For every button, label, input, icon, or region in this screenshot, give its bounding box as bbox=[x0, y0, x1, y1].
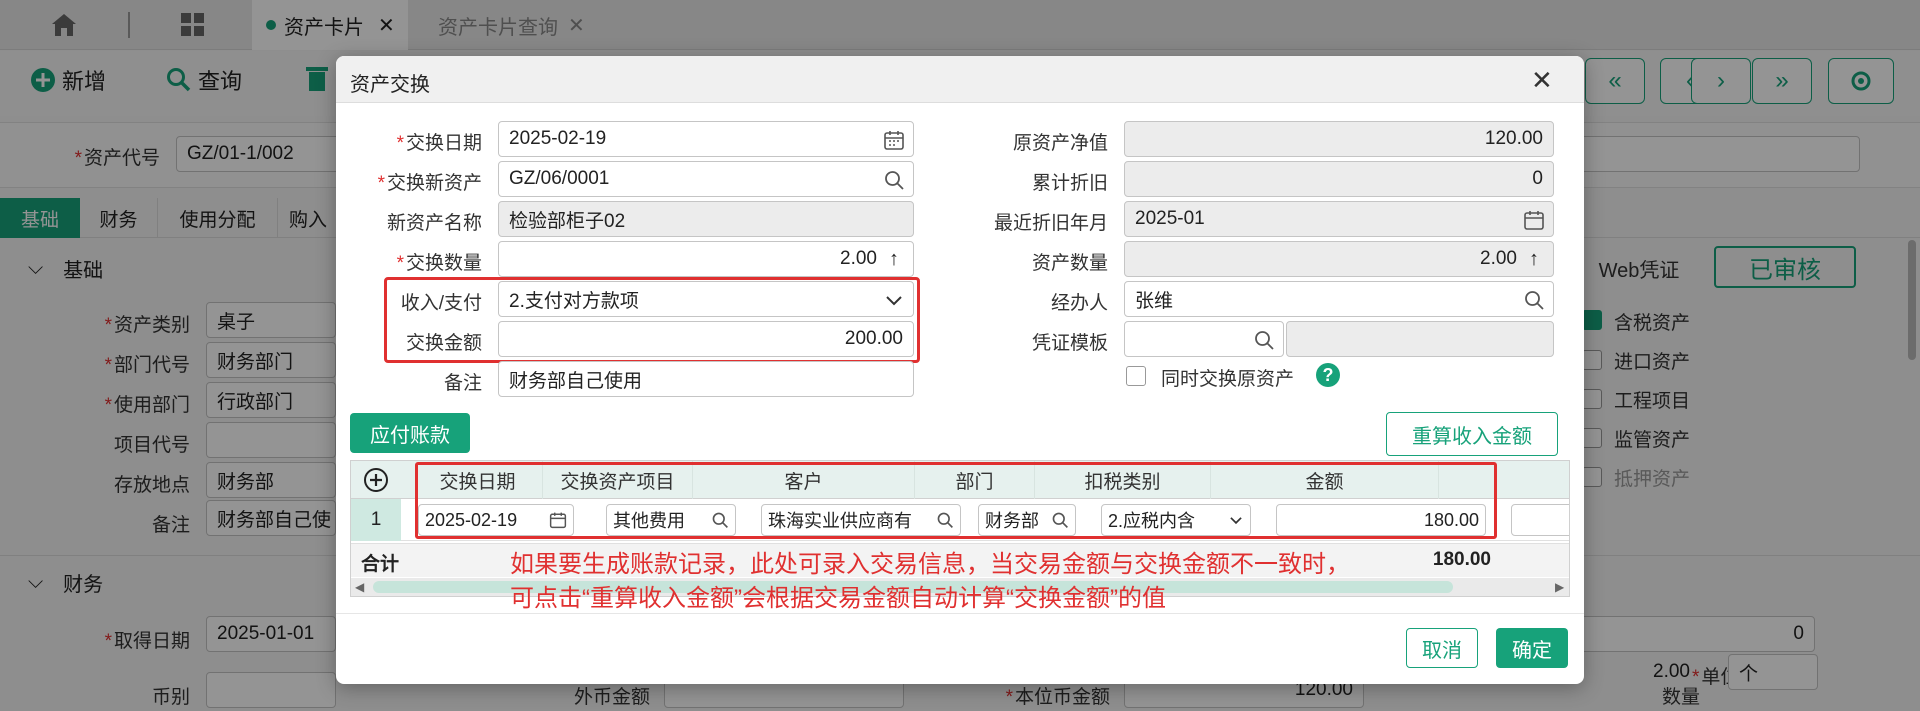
asset-qty-label: 资产数量 bbox=[1031, 253, 1108, 274]
voucher-tpl-name-field bbox=[1286, 321, 1554, 357]
voucher-tpl-field[interactable] bbox=[1124, 321, 1284, 357]
annotation-line-1: 如果要生成账款记录，此处可录入交易信息，当交易金额与交换金额不一致时， bbox=[510, 551, 1350, 578]
payable-button[interactable]: 应付账款 bbox=[350, 413, 470, 453]
total-label: 合计 bbox=[361, 554, 400, 575]
highlight-box-income bbox=[384, 277, 920, 363]
search-icon[interactable] bbox=[883, 169, 905, 191]
add-row-icon[interactable] bbox=[363, 467, 389, 493]
calendar-icon bbox=[1524, 211, 1544, 230]
annotation-text: 如果要生成账款记录，此处可录入交易信息，当交易金额与交换金额不一致时， 可点击“… bbox=[510, 548, 1350, 616]
arrow-up-icon: ↑ bbox=[1529, 248, 1539, 270]
row-number: 1 bbox=[351, 499, 401, 541]
remark-field[interactable]: 财务部自己使用 bbox=[498, 361, 914, 397]
simul-exchange-checkbox[interactable] bbox=[1126, 366, 1146, 386]
orig-net-field: 120.00 bbox=[1124, 121, 1554, 157]
accum-dep-label: 累计折旧 bbox=[1031, 173, 1108, 194]
scroll-right-arrow[interactable]: ▶ bbox=[1555, 580, 1564, 594]
orig-net-label: 原资产净值 bbox=[1012, 133, 1108, 154]
close-icon[interactable]: ✕ bbox=[1531, 65, 1553, 96]
recalc-income-button[interactable]: 重算收入金额 bbox=[1386, 412, 1558, 456]
remark-label: 备注 bbox=[443, 373, 482, 394]
dialog-title: 资产交换 bbox=[350, 74, 430, 96]
row-extra-field[interactable] bbox=[1511, 504, 1569, 536]
dialog-header bbox=[336, 56, 1584, 103]
asset-qty-field: 2.00 ↑ bbox=[1124, 241, 1554, 277]
handler-label: 经办人 bbox=[1050, 293, 1108, 314]
new-asset-label: * 交换新资产 bbox=[377, 173, 482, 194]
search-icon[interactable] bbox=[1253, 329, 1275, 351]
new-asset-name-field: 检验部柜子02 bbox=[498, 201, 914, 237]
exchange-qty-label: * 交换数量 bbox=[396, 253, 482, 274]
annotation-line-2: 可点击“重算收入金额”会根据交易金额自动计算“交换金额”的值 bbox=[510, 585, 1166, 612]
last-dep-label: 最近折旧年月 bbox=[993, 213, 1108, 234]
last-dep-field: 2025-01 bbox=[1124, 201, 1554, 237]
ok-button[interactable]: 确定 bbox=[1496, 628, 1568, 668]
arrow-up-icon[interactable]: ↑ bbox=[883, 249, 905, 271]
cancel-button[interactable]: 取消 bbox=[1406, 628, 1478, 668]
total-value: 180.00 bbox=[1432, 549, 1491, 570]
handler-field[interactable]: 张维 bbox=[1124, 281, 1554, 317]
new-asset-field[interactable]: GZ/06/0001 bbox=[498, 161, 914, 197]
highlight-box-grid bbox=[415, 462, 1497, 539]
exchange-dialog: 资产交换 ✕ * 交换日期 2025-02-19 * 交换新资产 GZ/06/000… bbox=[336, 56, 1584, 684]
exchange-date-field[interactable]: 2025-02-19 bbox=[498, 121, 914, 157]
new-asset-name-label: 新资产名称 bbox=[386, 213, 482, 234]
help-icon[interactable]: ? bbox=[1316, 363, 1340, 387]
simul-exchange-label: 同时交换原资产 bbox=[1161, 369, 1295, 390]
search-icon[interactable] bbox=[1523, 289, 1545, 311]
calendar-icon[interactable] bbox=[883, 129, 905, 151]
scroll-left-arrow[interactable]: ◀ bbox=[355, 580, 364, 594]
exchange-date-label: * 交换日期 bbox=[396, 133, 482, 154]
exchange-qty-field[interactable]: 2.00 ↑ bbox=[498, 241, 914, 277]
accum-dep-field: 0 bbox=[1124, 161, 1554, 197]
voucher-tpl-label: 凭证模板 bbox=[1031, 333, 1108, 354]
